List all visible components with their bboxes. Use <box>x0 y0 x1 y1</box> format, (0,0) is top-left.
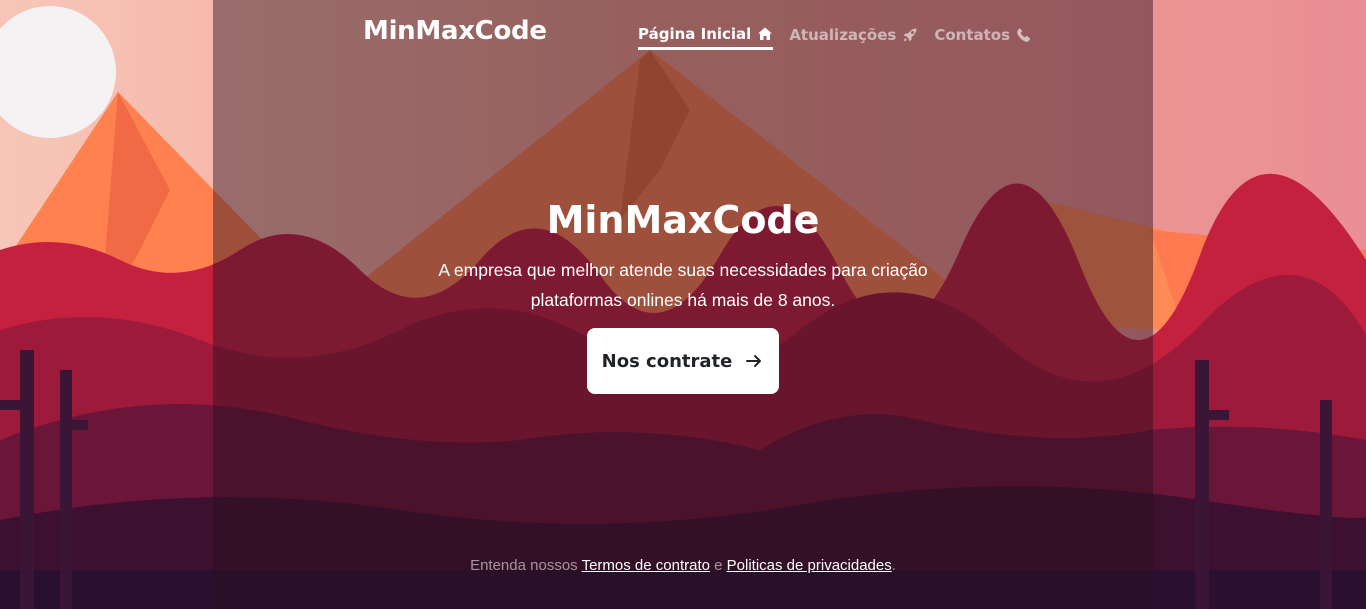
footer-prefix: Entenda nossos <box>470 557 582 574</box>
rocket-icon <box>903 28 917 42</box>
hero-title: MinMaxCode <box>546 198 820 242</box>
privacy-link[interactable]: Politicas de privacidades <box>727 557 892 574</box>
main-nav: Página Inicial Atualizações Contatos <box>638 20 1048 50</box>
nav-item-label: Contatos <box>934 26 1011 44</box>
phone-icon <box>1017 28 1031 42</box>
nav-item-updates[interactable]: Atualizações <box>789 20 918 50</box>
home-icon <box>758 27 773 40</box>
footer-suffix: . <box>891 557 896 574</box>
footer-legal: Entenda nossos Termos de contrato e Poli… <box>0 557 1366 574</box>
nav-item-home[interactable]: Página Inicial <box>638 20 774 50</box>
hire-us-button[interactable]: Nos contrate <box>587 328 779 394</box>
nav-item-label: Página Inicial <box>638 24 752 43</box>
terms-link[interactable]: Termos de contrato <box>582 557 710 574</box>
hero-subtitle: A empresa que melhor atende suas necessi… <box>438 260 928 310</box>
brand-logo[interactable]: MinMaxCode <box>363 16 547 46</box>
hire-us-button-label: Nos contrate <box>601 350 733 372</box>
nav-item-label: Atualizações <box>789 26 897 44</box>
nav-item-contacts[interactable]: Contatos <box>934 20 1032 50</box>
footer-conjunction: e <box>709 557 727 574</box>
arrow-right-icon <box>746 355 762 367</box>
